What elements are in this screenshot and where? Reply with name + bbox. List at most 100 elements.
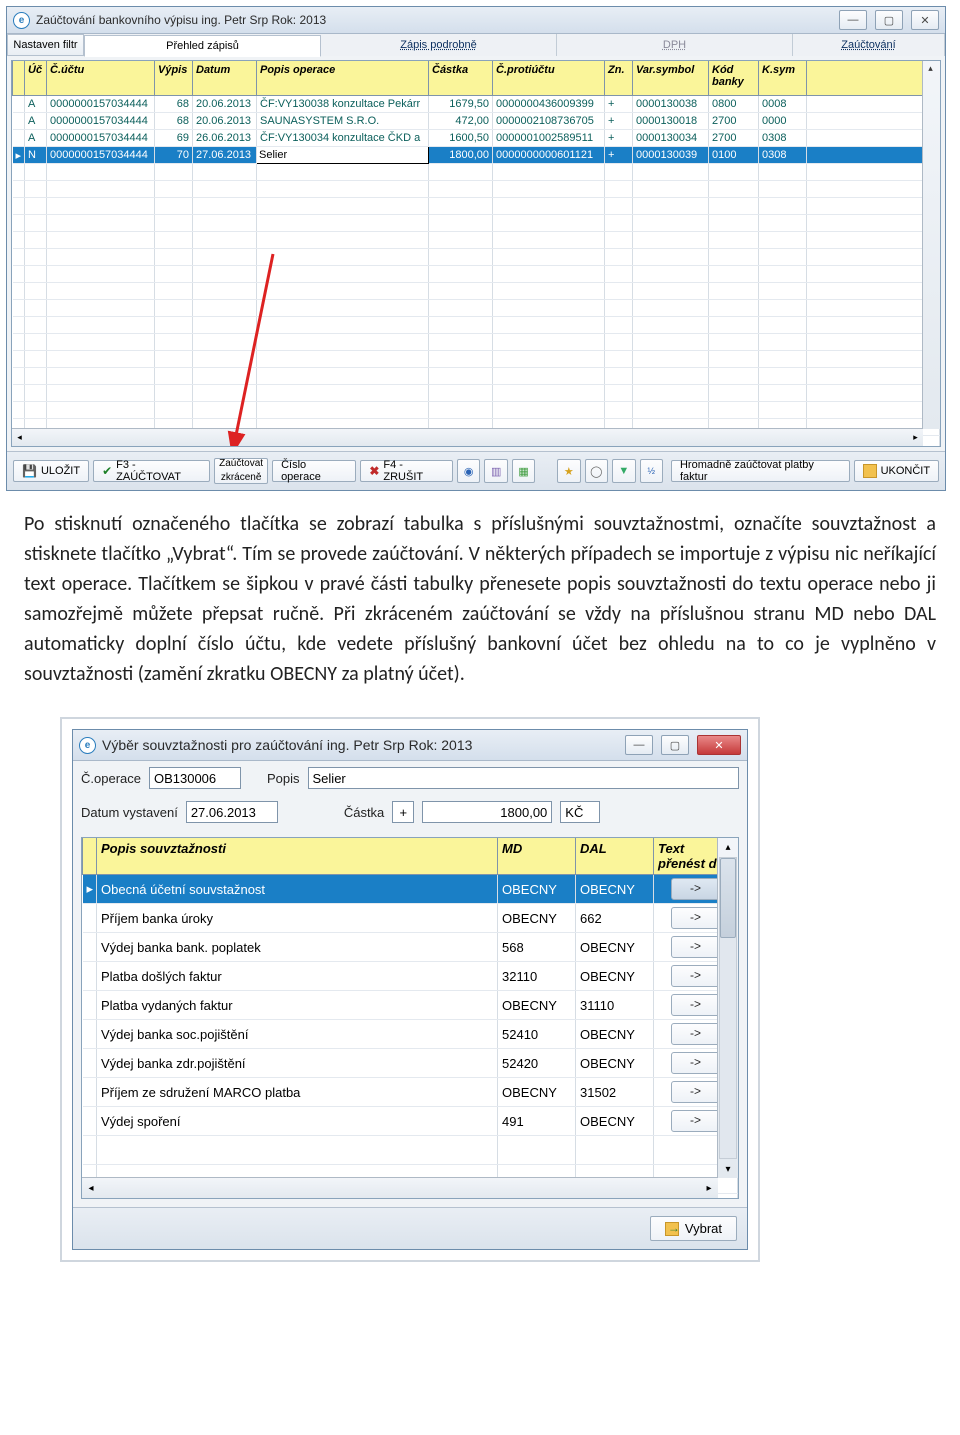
maximize-button[interactable]: ▢ [661, 735, 689, 755]
scroll-down-icon[interactable]: ▾ [718, 1160, 738, 1178]
tool-icon-5[interactable]: ◯ [585, 459, 608, 483]
table-row[interactable]: Příjem ze sdružení MARCO platbaOBECNY315… [83, 1078, 738, 1107]
transfer-text-button[interactable]: -> [671, 965, 721, 987]
table-row[interactable]: Výdej banka bank. poplatek568OBECNY-> [83, 933, 738, 962]
table-row[interactable]: ▸N00000001570344447027.06.2013Selier1800… [13, 147, 940, 164]
grid-header[interactable]: DAL [576, 838, 654, 875]
f4-zrusit-button[interactable]: ✖ F4 - ZRUŠIT [360, 460, 453, 482]
transfer-text-button[interactable]: -> [671, 907, 721, 929]
grid-cell: OBECNY [498, 904, 576, 933]
table-row[interactable]: Platba došlých faktur32110OBECNY-> [83, 962, 738, 991]
scroll-left-icon[interactable]: ◂ [82, 1183, 100, 1194]
transfer-text-button[interactable]: -> [671, 1023, 721, 1045]
castka-field[interactable] [422, 801, 552, 823]
close-button[interactable]: ✕ [911, 10, 939, 30]
grid-header[interactable]: Zn. [605, 61, 633, 96]
transfer-text-button[interactable]: -> [671, 1052, 721, 1074]
grid-header[interactable]: Výpis [155, 61, 193, 96]
save-icon: 💾 [22, 464, 37, 478]
transfer-text-button[interactable]: -> [671, 936, 721, 958]
app-icon: e [79, 737, 96, 754]
scroll-up-icon[interactable]: ▴ [923, 61, 938, 76]
hromadne-button[interactable]: Hromadně zaúčtovat platby faktur [671, 460, 850, 482]
tool-icon-2[interactable]: ▥ [484, 459, 507, 483]
tab-zauctovani[interactable]: Zaúčtování [793, 34, 945, 56]
popis-field[interactable] [308, 767, 739, 789]
transfer-text-button[interactable]: -> [671, 1081, 721, 1103]
scroll-thumb[interactable] [720, 858, 736, 938]
grid-header[interactable]: Popis operace [257, 61, 429, 96]
zauctovat-zkracene-button[interactable]: Zaúčtovat zkráceně [214, 458, 268, 484]
close-button[interactable]: ✕ [697, 735, 741, 755]
tool-icon-6[interactable]: ▼ [612, 459, 635, 483]
tool-icon-1[interactable]: ◉ [457, 459, 480, 483]
grid-header[interactable]: MD [498, 838, 576, 875]
grid-cell: 69 [155, 130, 193, 147]
row-marker [13, 113, 25, 130]
save-button[interactable]: 💾 ULOŽIT [13, 460, 89, 482]
table-row[interactable]: Platba vydaných fakturOBECNY31110-> [83, 991, 738, 1020]
grid-header[interactable]: Úč [25, 61, 47, 96]
tool-icon-4[interactable]: ★ [557, 459, 580, 483]
grid-cell: 0100 [709, 147, 759, 164]
grid-cell: 68 [155, 96, 193, 113]
transfer-text-button[interactable]: -> [671, 878, 721, 900]
horizontal-scrollbar[interactable]: ◂ ▸ [82, 1177, 718, 1198]
cislo-operace-button[interactable]: Číslo operace [272, 460, 356, 482]
tab-dph[interactable]: DPH [557, 34, 793, 56]
op-number-field[interactable] [149, 767, 241, 789]
bank-statement-window: e Zaúčtování bankovního výpisu ing. Petr… [6, 6, 946, 491]
grid-cell: 20.06.2013 [193, 113, 257, 130]
grid-cell-filler [807, 147, 940, 164]
table-row[interactable]: Výdej banka zdr.pojištění52420OBECNY-> [83, 1049, 738, 1078]
grid-header[interactable]: Č.účtu [47, 61, 155, 96]
grid-cell: 1600,50 [429, 130, 493, 147]
sign-field[interactable] [392, 801, 414, 823]
tool-icon-7[interactable]: ½ [640, 459, 663, 483]
grid-cell: OBECNY [576, 1049, 654, 1078]
vertical-scrollbar[interactable]: ▴ [922, 61, 940, 429]
grid-header[interactable]: K.sym [759, 61, 807, 96]
grid-header[interactable]: Částka [429, 61, 493, 96]
table-row-empty [13, 266, 940, 283]
tool-icon-3[interactable]: ▦ [512, 459, 535, 483]
transfer-text-button[interactable]: -> [671, 994, 721, 1016]
tab-prehled[interactable]: Přehled zápisů [84, 35, 321, 57]
vybrat-button[interactable]: Vybrat [650, 1216, 737, 1241]
grid-header[interactable]: Popis souvztažnosti [97, 838, 498, 875]
mena-field[interactable] [560, 801, 600, 823]
scroll-right-icon[interactable]: ▸ [908, 432, 923, 443]
horizontal-scrollbar[interactable]: ◂ ▸ [12, 428, 923, 446]
f3-zauctovat-button[interactable]: ✔ F3 - ZAÚČTOVAT [93, 460, 210, 482]
table-row[interactable]: A00000001570344446926.06.2013ČF:VY130034… [13, 130, 940, 147]
table-row-empty [13, 317, 940, 334]
minimize-button[interactable]: — [625, 735, 653, 755]
vertical-scrollbar[interactable]: ▴ ▾ [717, 838, 738, 1178]
table-row[interactable]: Příjem banka úrokyOBECNY662-> [83, 904, 738, 933]
ukoncit-button[interactable]: UKONČIT [854, 460, 940, 482]
grid-header[interactable]: Var.symbol [633, 61, 709, 96]
table-row[interactable]: A00000001570344446820.06.2013SAUNASYSTEM… [13, 113, 940, 130]
scroll-right-icon[interactable]: ▸ [700, 1183, 718, 1194]
table-row[interactable]: ▸Obecná účetní souvstažnostOBECNYOBECNY-… [83, 875, 738, 904]
tab-zapis-podrobne[interactable]: Zápis podrobně [321, 34, 557, 56]
scroll-up-icon[interactable]: ▴ [718, 838, 738, 856]
correlation-grid[interactable]: Popis souvztažnostiMDDALText přenést do … [82, 838, 738, 1199]
table-row[interactable]: Výdej spoření491OBECNY-> [83, 1107, 738, 1136]
transfer-text-button[interactable]: -> [671, 1110, 721, 1132]
scroll-left-icon[interactable]: ◂ [12, 432, 27, 443]
grid-header[interactable]: Datum [193, 61, 257, 96]
grid-cell: A [25, 96, 47, 113]
statement-grid[interactable]: ÚčČ.účtuVýpisDatumPopis operaceČástkaČ.p… [12, 61, 940, 447]
grid-header[interactable]: Kód banky [709, 61, 759, 96]
table-row[interactable]: Výdej banka soc.pojištění52410OBECNY-> [83, 1020, 738, 1049]
datum-field[interactable] [186, 801, 278, 823]
grid-cell: 0800 [709, 96, 759, 113]
table-row-empty [83, 1136, 738, 1165]
maximize-button[interactable]: ▢ [875, 10, 903, 30]
grid-header[interactable]: Č.protiúčtu [493, 61, 605, 96]
table-row[interactable]: A00000001570344446820.06.2013ČF:VY130038… [13, 96, 940, 113]
filter-button[interactable]: Nastaven filtr [7, 34, 84, 56]
minimize-button[interactable]: — [839, 10, 867, 30]
scroll-track[interactable] [719, 857, 737, 1159]
